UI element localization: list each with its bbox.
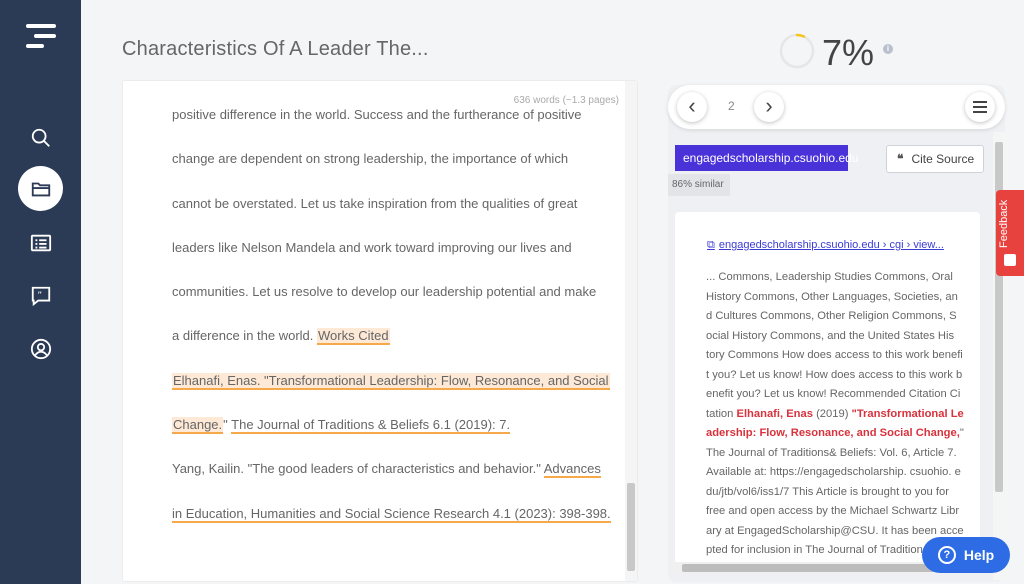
document-text[interactable]: positive difference in the world. Succes… bbox=[172, 103, 611, 546]
info-icon[interactable]: i bbox=[883, 44, 893, 54]
page-number: 2 bbox=[728, 99, 735, 113]
excerpt-line: du/jtb/vol6/iss1/7 This Article is broug… bbox=[706, 485, 949, 498]
plagiarism-highlight[interactable]: Elhanafi, Enas. "Transformational Leader… bbox=[172, 372, 610, 390]
text-line: change are dependent on strong leadershi… bbox=[172, 151, 569, 167]
svg-text:”: ” bbox=[37, 289, 42, 300]
hamburger-icon bbox=[973, 101, 987, 113]
matched-text: adership: Flow, Resonance, and Social Ch… bbox=[706, 427, 960, 439]
text-line: Yang, Kailin. "The good leaders of chara… bbox=[172, 457, 601, 501]
sidebar-item-search[interactable] bbox=[18, 115, 63, 160]
excerpt-line: pted for inclusion in The Journal of Tra… bbox=[706, 544, 929, 556]
plagiarism-score: 7% bbox=[822, 32, 875, 73]
feedback-tab[interactable]: Feedback bbox=[996, 190, 1024, 276]
text-segment: tation bbox=[706, 407, 737, 420]
excerpt-line: adership: Flow, Resonance, and Social Ch… bbox=[706, 424, 964, 444]
text-segment: a difference in the world. bbox=[172, 328, 318, 344]
text-segment: (2019) bbox=[812, 407, 852, 420]
text-line: cannot be overstated. Let us take inspir… bbox=[172, 195, 578, 211]
prev-source-button[interactable]: ‹ bbox=[677, 92, 707, 122]
sidebar-item-list[interactable] bbox=[18, 220, 63, 265]
excerpt-line: ... Commons, Leadership Studies Commons,… bbox=[706, 271, 953, 283]
source-link-text: engagedscholarship.csuohio.edu › cgi › v… bbox=[718, 239, 944, 251]
plagiarism-underline[interactable]: The Journal of Traditions & Beliefs 6.1 … bbox=[231, 417, 511, 435]
text-line: in Education, Humanities and Social Scie… bbox=[172, 502, 611, 546]
excerpt-line: ocial History Commons, and the United St… bbox=[706, 329, 955, 342]
cite-source-label: Cite Source bbox=[911, 152, 975, 166]
text-segment: Yang, Kailin. "The good leaders of chara… bbox=[172, 461, 544, 477]
excerpt-line: t you? Let us know! How does access to t… bbox=[706, 368, 963, 381]
source-pager: ‹ 2 › bbox=[668, 85, 1005, 129]
chevron-left-icon: ‹ bbox=[688, 92, 696, 118]
app-logo-icon[interactable] bbox=[26, 22, 56, 50]
excerpt-line: ary at EngagedScholarship@CSU. It has be… bbox=[706, 524, 964, 537]
matched-text: Elhanafi, Enas bbox=[736, 407, 813, 420]
excerpt-line: d Cultures Commons, Other Religion Commo… bbox=[706, 310, 957, 322]
excerpt-line: tation Elhanafi, Enas (2019) "Transforma… bbox=[706, 405, 964, 425]
excerpt-line: free and open access by the Michael Schw… bbox=[706, 505, 960, 517]
search-icon bbox=[31, 128, 50, 147]
plagiarism-underline[interactable]: Advances bbox=[543, 461, 601, 479]
text-line: Change." The Journal of Traditions & Bel… bbox=[172, 413, 592, 457]
quote-icon: ❝ bbox=[897, 152, 904, 166]
text-line: positive difference in the world. Succes… bbox=[172, 107, 582, 122]
source-link[interactable]: ⧉ engagedscholarship.csuohio.edu › cgi › … bbox=[707, 239, 944, 252]
excerpt-line: The Journal of Traditions& Beliefs: Vol.… bbox=[706, 446, 957, 459]
text-segment: " bbox=[223, 417, 232, 433]
next-source-button[interactable]: › bbox=[754, 92, 784, 122]
folder-icon bbox=[31, 182, 50, 196]
feedback-label: Feedback bbox=[998, 199, 1010, 248]
text-line: leaders like Nelson Mandela and work tow… bbox=[172, 239, 572, 255]
excerpt-line: enefit you? Let us know! Recommended Cit… bbox=[706, 388, 961, 400]
page-title: Characteristics Of A Leader The... bbox=[122, 38, 429, 60]
document-editor[interactable]: 636 words (~1.3 pages) positive differen… bbox=[122, 80, 638, 582]
cite-source-button[interactable]: ❝ Cite Source bbox=[886, 145, 984, 173]
sidebar-item-folder[interactable] bbox=[18, 166, 63, 211]
source-match-card: ⧉ engagedscholarship.csuohio.edu › cgi › … bbox=[675, 212, 980, 564]
external-link-icon: ⧉ bbox=[707, 239, 715, 251]
excerpt-line: Available at: https://engagedscholarship… bbox=[706, 466, 961, 478]
list-icon bbox=[30, 234, 51, 251]
text-line: Elhanafi, Enas. "Transformational Leader… bbox=[172, 369, 610, 413]
chevron-right-icon: › bbox=[765, 92, 773, 118]
plagiarism-highlight[interactable]: Change. bbox=[172, 417, 224, 435]
text-line: a difference in the world. Works Cited bbox=[172, 324, 592, 368]
source-excerpt: ... Commons, Leadership Studies Commons,… bbox=[706, 268, 964, 561]
matched-text: "Transformational Le bbox=[851, 407, 964, 420]
scrollbar-thumb[interactable] bbox=[627, 483, 635, 571]
help-button[interactable]: ? Help bbox=[922, 537, 1010, 573]
excerpt-line: History Commons, Other Languages, Societ… bbox=[706, 290, 958, 303]
sidebar-item-quote[interactable]: ” bbox=[18, 273, 63, 318]
help-label: Help bbox=[963, 547, 995, 563]
quote-icon: ” bbox=[31, 286, 50, 306]
text-line: communities. Let us resolve to develop o… bbox=[172, 284, 597, 300]
source-domain-tag[interactable]: engagedscholarship.csuohio.edu bbox=[675, 145, 858, 171]
similarity-badge: 86% similar bbox=[668, 174, 730, 196]
help-icon: ? bbox=[937, 546, 956, 564]
editor-scrollbar[interactable] bbox=[625, 81, 637, 581]
score-ring-icon bbox=[779, 33, 815, 69]
sidebar: ” bbox=[0, 0, 81, 584]
menu-button[interactable] bbox=[965, 92, 995, 122]
sidebar-item-account[interactable] bbox=[18, 326, 63, 371]
feedback-icon bbox=[1004, 254, 1016, 266]
plagiarism-highlight[interactable]: Works Cited bbox=[317, 328, 390, 346]
text-segment: " bbox=[959, 427, 964, 439]
excerpt-line: tory Commons How does access to this wor… bbox=[706, 349, 963, 361]
plagiarism-underline[interactable]: in Education, Humanities and Social Scie… bbox=[172, 505, 611, 523]
user-icon bbox=[30, 338, 51, 359]
